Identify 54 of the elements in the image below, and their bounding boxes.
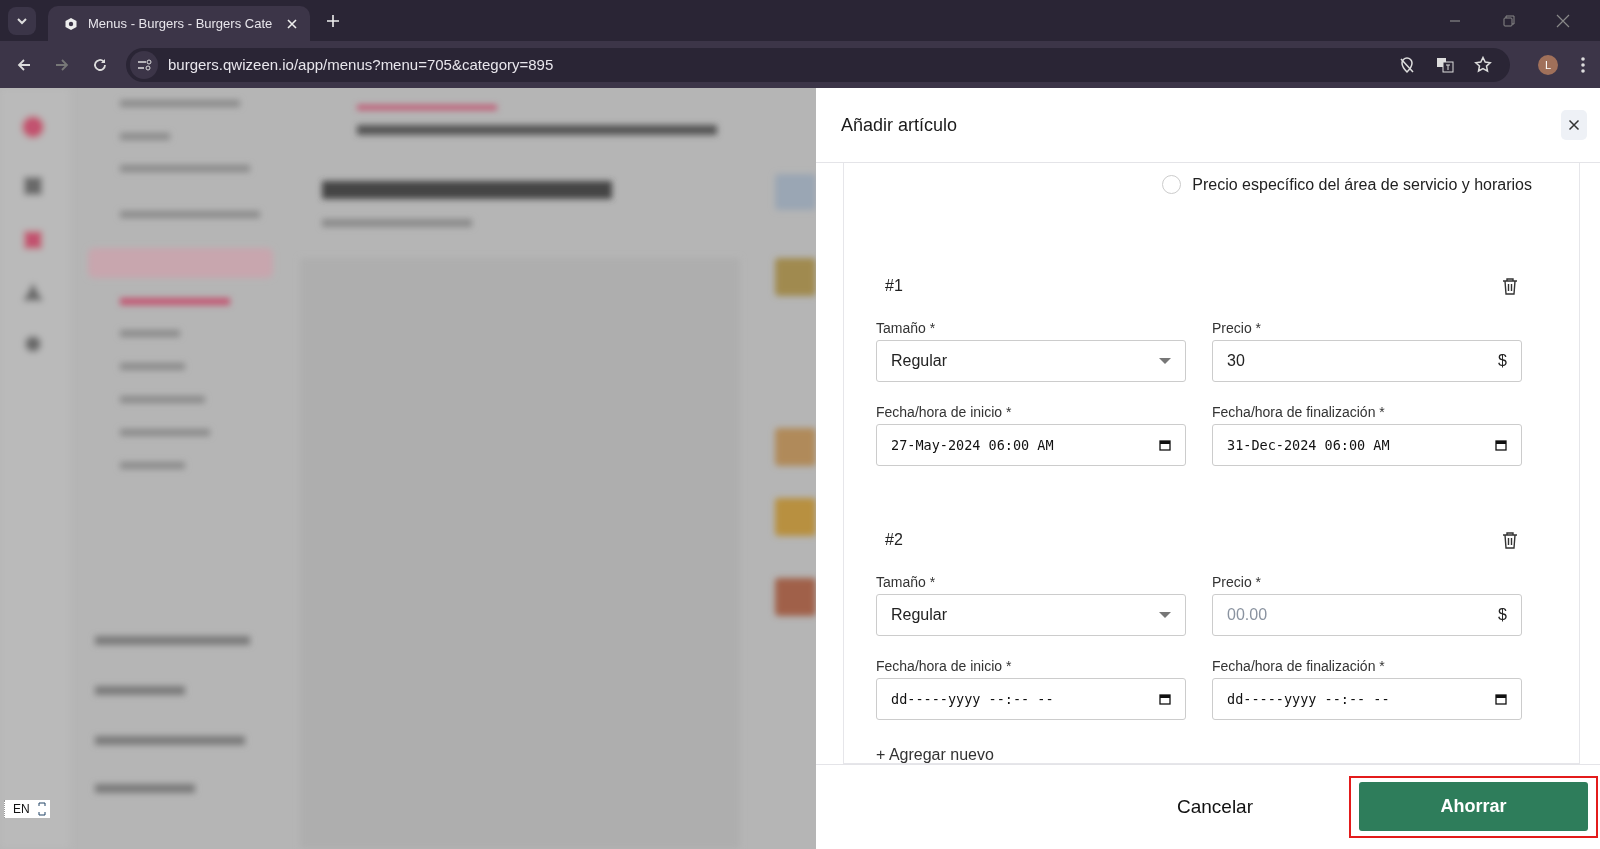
save-button[interactable]: Ahorrar	[1359, 782, 1588, 831]
calendar-icon	[1495, 693, 1507, 705]
reload-icon[interactable]	[92, 56, 108, 73]
close-window-icon[interactable]	[1556, 13, 1570, 28]
expand-icon	[37, 802, 46, 816]
calendar-icon	[1159, 693, 1171, 705]
restore-icon[interactable]	[1502, 13, 1516, 28]
tab-search-button[interactable]	[8, 6, 36, 35]
close-icon	[1568, 119, 1580, 131]
dialog-title: Añadir artículo	[841, 114, 958, 136]
size-select[interactable]: Regular	[876, 340, 1186, 382]
new-tab-icon[interactable]	[326, 13, 340, 28]
language-code: EN	[13, 802, 30, 816]
field-label: Fecha/hora de inicio *	[876, 657, 1013, 675]
date-time-field[interactable]: dd-----yyyy --:-- --	[1212, 678, 1522, 720]
browser-tab[interactable]: Menus - Burgers - Burgers Cate	[48, 6, 310, 41]
price-field[interactable]: 00.00 $	[1212, 594, 1522, 636]
hexagon-icon	[64, 16, 78, 31]
field-label: Fecha/hora de finalización *	[1212, 403, 1386, 421]
field-label: Tamaño *	[876, 573, 937, 591]
size-select[interactable]: Regular	[876, 594, 1186, 636]
site-settings-icon[interactable]	[130, 50, 158, 79]
close-button[interactable]	[1561, 110, 1587, 140]
date-time-field[interactable]: dd-----yyyy --:-- --	[876, 678, 1186, 720]
profile-avatar[interactable]: L	[1538, 54, 1558, 75]
field-label: Fecha/hora de inicio *	[876, 403, 1013, 421]
trash-icon	[1502, 531, 1518, 549]
date-time-field[interactable]: 27-May-2024 06:00 AM	[876, 424, 1186, 466]
calendar-icon	[1159, 439, 1171, 451]
cancel-button[interactable]: Cancelar	[1176, 796, 1253, 818]
caret-icon	[1159, 358, 1171, 364]
trash-icon	[1502, 277, 1518, 295]
language-badge[interactable]: EN	[4, 800, 50, 818]
calendar-icon	[1495, 439, 1507, 451]
url-text: burgers.qwizeen.io/app/menus?menu=705&category=895	[168, 56, 554, 73]
address-bar[interactable]: burgers.qwizeen.io/app/menus?menu=705&category=895	[126, 47, 1510, 82]
menu-icon[interactable]	[1580, 55, 1586, 74]
price-number: #1	[885, 277, 903, 295]
forward-icon[interactable]	[54, 56, 70, 73]
field-label: Precio *	[1212, 573, 1263, 591]
field-label: Fecha/hora de finalización *	[1212, 657, 1386, 675]
date-time-field[interactable]: 31-Dec-2024 06:00 AM	[1212, 424, 1522, 466]
add-new-link[interactable]: + Agregar nuevo	[876, 746, 994, 764]
translate-icon[interactable]	[1436, 55, 1454, 74]
price-field[interactable]: 30 $	[1212, 340, 1522, 382]
field-label: Precio *	[1212, 319, 1263, 337]
field-label: Tamaño *	[876, 319, 937, 337]
caret-icon	[1159, 612, 1171, 618]
back-icon[interactable]	[16, 56, 32, 73]
price-number: #2	[885, 531, 903, 549]
close-icon[interactable]	[286, 17, 298, 30]
star-icon[interactable]	[1474, 55, 1492, 74]
location-off-icon[interactable]	[1398, 55, 1416, 74]
tab-title: Menus - Burgers - Burgers Cate	[88, 16, 274, 31]
